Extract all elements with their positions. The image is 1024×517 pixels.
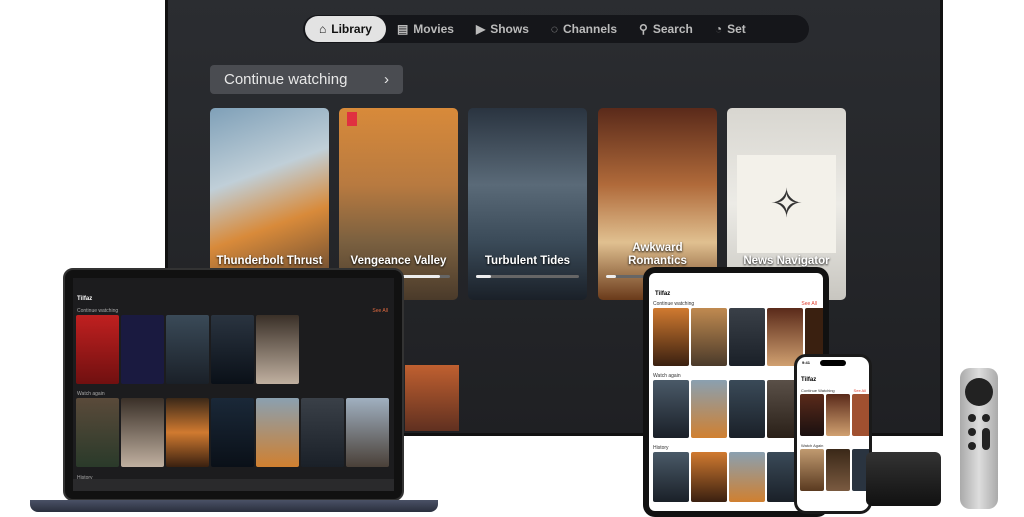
settings-icon: ◔ — [714, 22, 723, 36]
laptop-device: Tilfaz Continue watching See All Watch a… — [63, 268, 404, 501]
media-card[interactable]: Turbulent Tides — [468, 108, 587, 300]
nav-search[interactable]: ⚲ Search — [628, 16, 704, 42]
chevron-right-icon: › — [384, 71, 389, 88]
laptop-base — [30, 500, 438, 512]
media-card — [405, 365, 459, 431]
continue-watching-button[interactable]: Continue watching › — [210, 65, 403, 94]
search-icon: ⚲ — [639, 22, 648, 36]
phone-device: 9:41 Tilfaz Continue Watching See All Wa… — [794, 354, 872, 514]
nav-library[interactable]: ⌂ Library — [305, 16, 386, 42]
apple-tv-box — [866, 452, 941, 506]
tv-remote — [960, 368, 998, 509]
bookmark-icon — [347, 112, 357, 126]
see-all-link[interactable]: See All — [801, 301, 817, 307]
flame-icon: ◌ — [550, 22, 559, 36]
tv-icon: ▶ — [475, 22, 486, 36]
nav-channels[interactable]: ◌ Channels — [540, 16, 628, 42]
see-all-link[interactable]: See All — [372, 308, 388, 314]
compass-icon: ✧ — [737, 155, 836, 253]
see-all-link[interactable]: See All — [854, 388, 866, 393]
home-icon: ⌂ — [319, 22, 327, 36]
nav-settings[interactable]: ◔ Set — [704, 16, 757, 42]
film-icon: ▤ — [396, 22, 409, 36]
top-nav: ⌂ Library ▤ Movies ▶ Shows ◌ Channels ⚲ Searc… — [303, 15, 809, 43]
nav-shows[interactable]: ▶ Shows — [465, 16, 540, 42]
nav-movies[interactable]: ▤ Movies — [386, 16, 465, 42]
progress-bar — [476, 275, 579, 278]
